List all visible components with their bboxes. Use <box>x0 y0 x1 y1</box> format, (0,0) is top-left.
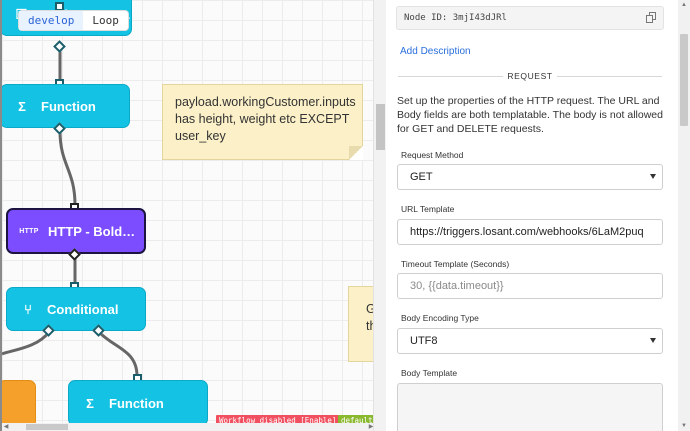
http-node[interactable]: HTTP HTTP - Bold… <box>6 208 146 254</box>
conditional-node[interactable]: ⑂ Conditional <box>6 287 146 331</box>
body-template-textarea[interactable] <box>397 383 663 431</box>
function-node-2[interactable]: Σ Function <box>68 380 208 426</box>
request-method-label: Request Method <box>401 150 464 160</box>
url-template-label: URL Template <box>401 204 455 214</box>
note-line: user_key <box>175 129 226 143</box>
timeout-template-input[interactable]: 30, {{data.timeout}} <box>397 273 663 299</box>
request-section-header: REQUEST <box>398 70 662 82</box>
note-line: th <box>366 319 373 333</box>
workflow-tabs: develop Loop <box>19 11 128 30</box>
branch-icon: ⑂ <box>24 301 32 317</box>
request-method-select[interactable]: GET <box>397 164 663 190</box>
scrollbar-thumb[interactable] <box>680 34 688 126</box>
add-description-link[interactable]: Add Description <box>400 46 471 57</box>
note-line: has height, weight etc EXCEPT <box>175 112 350 126</box>
function-node[interactable]: Σ Function <box>2 84 130 128</box>
wire-conditional-left <box>2 331 51 356</box>
panel-splitter[interactable] <box>373 0 386 431</box>
body-encoding-select[interactable]: UTF8 <box>397 328 663 354</box>
note-line: payload.workingCustomer.inputs <box>175 95 356 109</box>
wire-conditional-function <box>97 330 139 377</box>
scroll-left-icon[interactable]: ◀ <box>2 423 10 431</box>
note-fold <box>349 146 363 160</box>
panel-vertical-scrollbar[interactable]: ▲ ▼ <box>678 0 690 431</box>
input-port[interactable] <box>55 2 64 11</box>
sticky-note-2[interactable]: Ge th <box>348 286 373 362</box>
scroll-down-icon[interactable]: ▼ <box>678 421 690 431</box>
sigma-icon: Σ <box>86 395 94 411</box>
tab-develop[interactable]: develop <box>19 11 84 30</box>
conditional-node-label: Conditional <box>47 301 119 317</box>
node-config-panel: Node ID: 3mjI43dJRl Add Description REQU… <box>386 0 690 431</box>
divider <box>557 76 662 77</box>
copy-icon[interactable] <box>645 12 657 24</box>
url-template-input[interactable]: https://triggers.losant.com/webhooks/6La… <box>397 219 663 245</box>
canvas-horizontal-scrollbar[interactable]: ◀ ▶ <box>2 423 373 431</box>
timeout-template-label: Timeout Template (Seconds) <box>401 259 510 269</box>
sigma-icon: Σ <box>18 98 26 114</box>
request-method-value: GET <box>410 171 433 183</box>
timeout-template-placeholder: 30, {{data.timeout}} <box>410 280 504 292</box>
splitter-handle[interactable] <box>376 104 385 150</box>
url-template-value: https://triggers.losant.com/webhooks/6La… <box>410 226 644 238</box>
body-encoding-label: Body Encoding Type <box>401 313 479 323</box>
scroll-up-icon[interactable]: ▲ <box>678 0 690 10</box>
function-node-2-label: Function <box>109 395 164 411</box>
node-id-text: Node ID: 3mjI43dJRl <box>404 13 507 23</box>
http-node-label: HTTP - Bold… <box>48 223 136 239</box>
chevron-down-icon <box>650 338 656 343</box>
section-description: Set up the properties of the HTTP reques… <box>397 95 663 135</box>
chevron-down-icon <box>650 174 656 179</box>
node-id-field: Node ID: 3mjI43dJRl <box>396 6 664 30</box>
workflow-canvas[interactable]: ⚄ randomExec… develop Loop Σ Function HT… <box>0 0 373 431</box>
body-encoding-value: UTF8 <box>410 335 438 347</box>
sticky-note[interactable]: payload.workingCustomer.inputs has heigh… <box>162 84 363 160</box>
note-line: Ge <box>366 301 373 318</box>
function-node-label: Function <box>41 98 96 114</box>
orange-node[interactable] <box>2 380 36 428</box>
scrollbar-thumb[interactable] <box>26 424 68 430</box>
tab-loop[interactable]: Loop <box>83 11 128 30</box>
wire-function-http <box>58 130 77 206</box>
http-icon: HTTP <box>19 227 39 235</box>
workflow-editor: ⚄ randomExec… develop Loop Σ Function HT… <box>0 0 690 431</box>
body-template-label: Body Template <box>401 368 458 378</box>
